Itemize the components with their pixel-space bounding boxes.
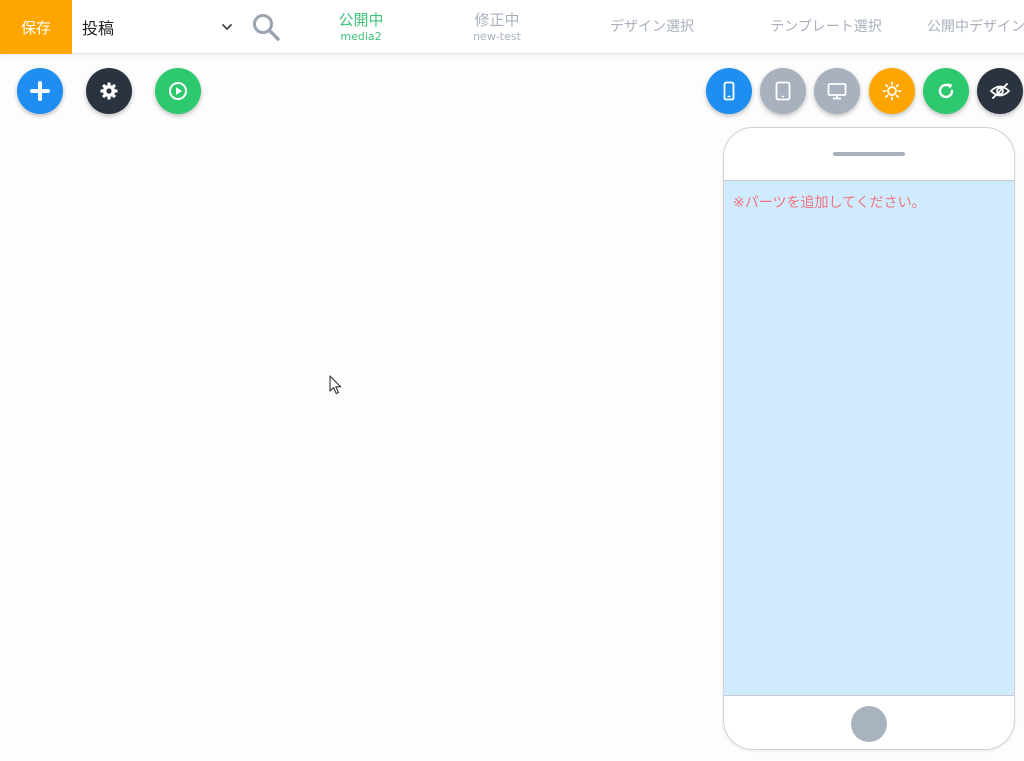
eye-off-icon <box>989 83 1011 99</box>
post-type-value: 投稿 <box>82 19 115 38</box>
tab-editing[interactable]: 修正中 new-test <box>457 0 537 54</box>
gear-icon <box>100 82 118 100</box>
phone-home-button <box>851 706 887 742</box>
phone-speaker <box>833 152 905 156</box>
tab-published-design-label: 公開中デザイン <box>927 19 1024 35</box>
top-header: 保存 投稿 公開中 media2 修正中 new-test デザイン選択 テンプ… <box>0 0 1024 54</box>
preview-screen[interactable]: ※パーツを追加してください。 <box>724 180 1014 696</box>
play-icon <box>169 82 187 100</box>
empty-parts-notice: ※パーツを追加してください。 <box>733 195 926 211</box>
tab-published-label: 公開中 <box>338 11 384 29</box>
reload-button[interactable] <box>923 68 969 114</box>
tablet-icon <box>775 81 791 101</box>
tab-published-design[interactable]: 公開中デザイン <box>927 0 1024 54</box>
refresh-icon <box>938 83 954 99</box>
tab-design-select-label: デザイン選択 <box>610 19 694 35</box>
tab-published-site: media2 <box>340 30 382 43</box>
sun-icon <box>882 81 902 101</box>
tab-template-select[interactable]: テンプレート選択 <box>760 0 892 54</box>
tab-design-select[interactable]: デザイン選択 <box>600 0 704 54</box>
smartphone-view-button[interactable] <box>706 68 752 114</box>
mouse-cursor-icon <box>329 375 342 395</box>
settings-button[interactable] <box>86 68 132 114</box>
smartphone-icon <box>723 81 735 101</box>
preview-play-button[interactable] <box>155 68 201 114</box>
tab-editing-site: new-test <box>473 30 521 43</box>
tab-editing-label: 修正中 <box>474 11 520 29</box>
plus-icon <box>30 81 50 101</box>
smartphone-preview-frame: ※パーツを追加してください。 <box>723 127 1015 750</box>
add-part-button[interactable] <box>17 68 63 114</box>
desktop-icon <box>827 83 847 100</box>
hide-preview-button[interactable] <box>977 68 1023 114</box>
search-icon[interactable] <box>250 11 282 43</box>
tablet-view-button[interactable] <box>760 68 806 114</box>
tab-published[interactable]: 公開中 media2 <box>322 0 400 54</box>
tab-template-select-label: テンプレート選択 <box>770 19 882 35</box>
chevron-down-icon <box>222 24 232 31</box>
brightness-button[interactable] <box>869 68 915 114</box>
save-button[interactable]: 保存 <box>0 0 72 54</box>
post-type-select[interactable]: 投稿 <box>72 0 242 54</box>
desktop-view-button[interactable] <box>814 68 860 114</box>
